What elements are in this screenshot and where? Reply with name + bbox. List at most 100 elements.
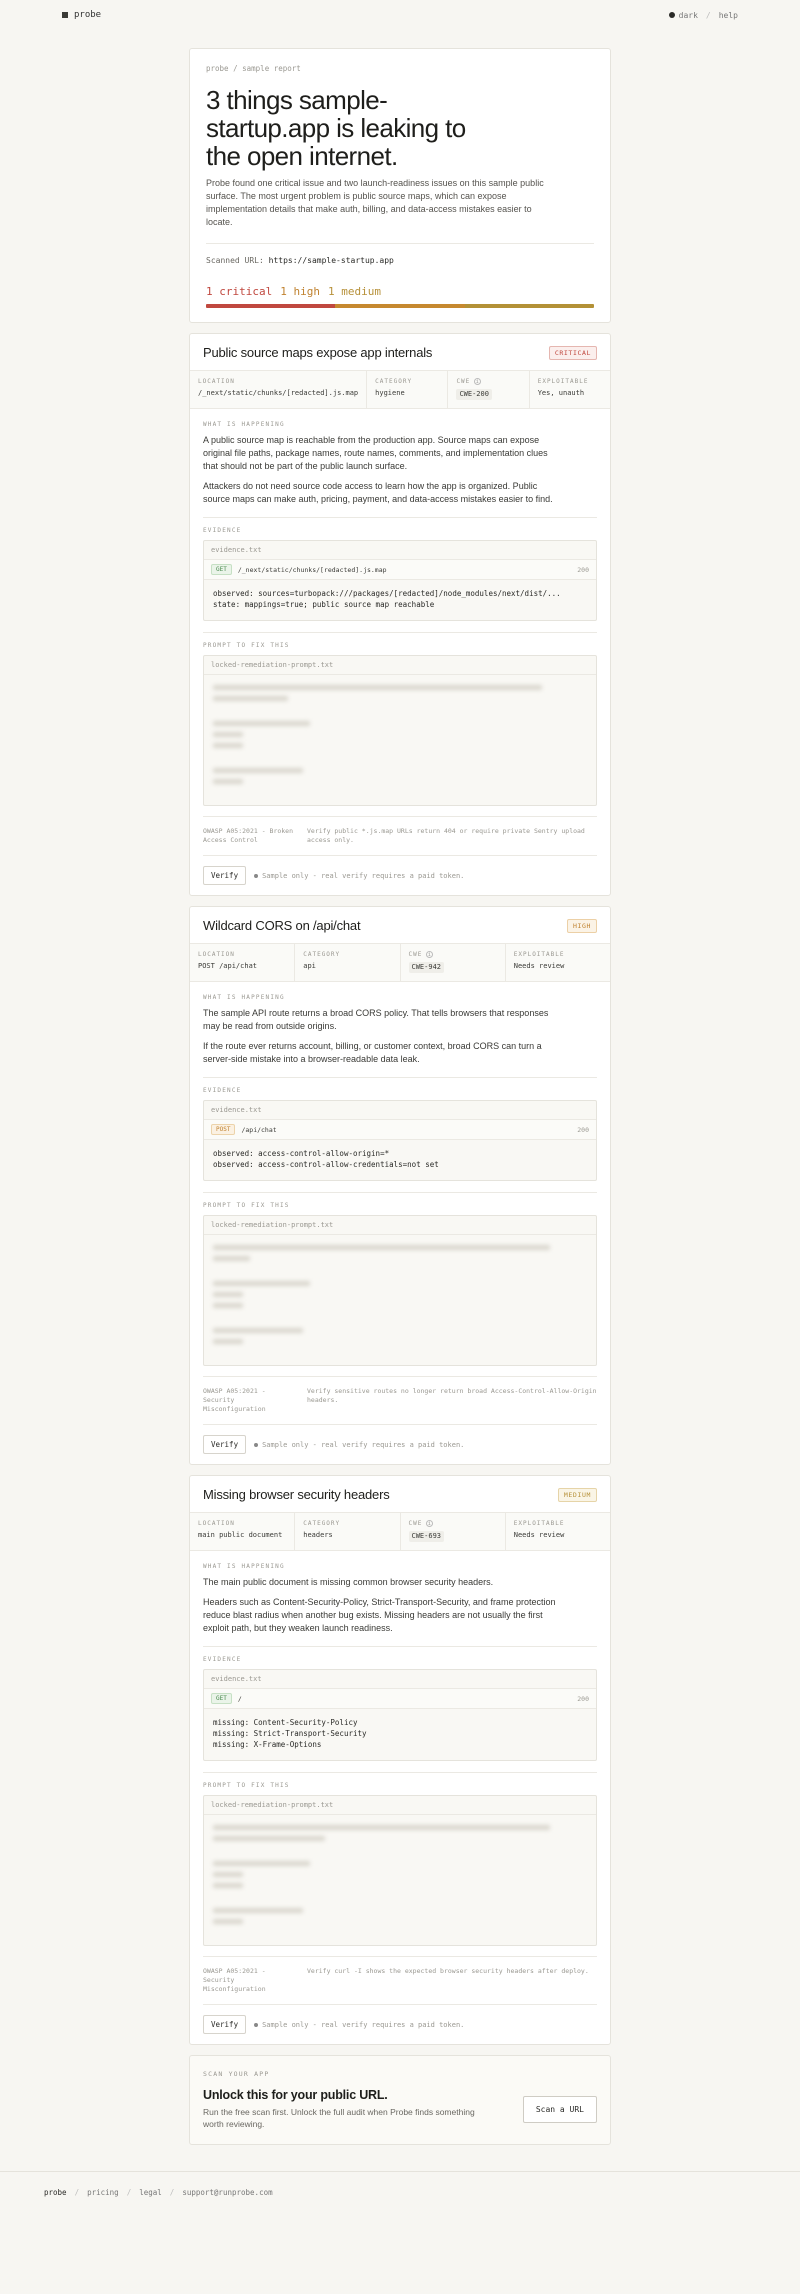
verify-button[interactable]: Verify bbox=[203, 866, 247, 885]
brand-square-icon bbox=[62, 12, 68, 18]
meta-location: LOCATION POST /api/chat bbox=[190, 944, 296, 981]
meta-value: api bbox=[303, 962, 316, 970]
footer-pricing-link[interactable]: pricing bbox=[87, 2188, 119, 2197]
severity-badge: CRITICAL bbox=[548, 345, 597, 360]
verify-note-text: Sample only - real verify requires a pai… bbox=[262, 2020, 465, 2029]
owasp-reference: OWASP A05:2021 - Security Misconfigurati… bbox=[203, 1387, 266, 1413]
meta-exploitable: EXPLOITABLE Yes, unauth bbox=[530, 371, 610, 408]
finding-paragraph: The sample API route returns a broad COR… bbox=[203, 1008, 549, 1031]
scanned-url-row: Scanned URL: https://sample-startup.app bbox=[206, 256, 594, 265]
meta-cwe: CWE i CWE-200 bbox=[448, 371, 530, 408]
footer-email-link[interactable]: support@runprobe.com bbox=[182, 2188, 272, 2197]
scanned-url-label: Scanned URL: bbox=[206, 256, 264, 265]
cta-row: Unlock this for your public URL. Run the… bbox=[203, 2088, 597, 2130]
verify-note-text: Sample only - real verify requires a pai… bbox=[262, 1440, 465, 1449]
footer-legal-link[interactable]: legal bbox=[139, 2188, 162, 2197]
meta-label: LOCATION bbox=[198, 951, 235, 958]
evidence-filename: evidence.txt bbox=[204, 1101, 596, 1120]
meta-cwe: CWE i CWE-693 bbox=[401, 1513, 506, 1550]
status-code: 200 bbox=[577, 1694, 589, 1703]
meta-label: CATEGORY bbox=[303, 1520, 341, 1527]
meta-label: LOCATION bbox=[198, 1520, 235, 1527]
meta-value: headers bbox=[303, 1531, 333, 1539]
finding-body: WHAT IS HAPPENING A public source map is… bbox=[190, 409, 610, 895]
finding-paragraph: Attackers do not need source code access… bbox=[203, 481, 553, 504]
evidence-output: observed: sources=turbopack:///packages/… bbox=[213, 589, 561, 609]
prompt-filename: locked-remediation-prompt.txt bbox=[204, 1216, 596, 1235]
divider bbox=[203, 632, 597, 633]
info-icon[interactable]: i bbox=[474, 378, 482, 385]
request-line: GET / bbox=[211, 1693, 242, 1704]
brand-name: probe bbox=[74, 10, 102, 20]
finding-paragraph: Headers such as Content-Security-Policy,… bbox=[203, 1597, 556, 1633]
cwe-chip[interactable]: CWE-200 bbox=[456, 389, 492, 400]
finding-title: Public source maps expose app internals bbox=[203, 345, 433, 360]
request-path: /api/chat bbox=[241, 1125, 277, 1134]
meta-category: CATEGORY headers bbox=[295, 1513, 401, 1550]
meta-value: CWE-942 bbox=[408, 962, 497, 973]
top-nav: probe dark / help bbox=[0, 0, 800, 30]
request-line: POST /api/chat bbox=[211, 1124, 277, 1135]
blurred-prompt-content bbox=[204, 1815, 596, 1945]
section-label: WHAT IS HAPPENING bbox=[203, 994, 285, 1001]
info-icon[interactable]: i bbox=[426, 951, 434, 958]
verify-hint: Verify curl -I shows the expected browse… bbox=[307, 1967, 589, 1975]
locked-prompt-box: locked-remediation-prompt.txt bbox=[203, 655, 597, 806]
verify-hint: Verify public *.js.map URLs return 404 o… bbox=[307, 827, 585, 844]
footer-brand[interactable]: probe bbox=[44, 2188, 67, 2197]
report-description: Probe found one critical issue and two l… bbox=[206, 178, 544, 227]
request-line: GET /_next/static/chunks/[redacted].js.m… bbox=[211, 564, 387, 575]
theme-dot-icon bbox=[668, 11, 675, 18]
finding-header: Missing browser security headers MEDIUM bbox=[190, 1476, 610, 1512]
meta-label: CATEGORY bbox=[375, 378, 413, 385]
verify-button[interactable]: Verify bbox=[203, 2015, 247, 2034]
meta-value: /_next/static/chunks/[redacted].js.map bbox=[198, 389, 359, 397]
verify-note: Sample only - real verify requires a pai… bbox=[254, 872, 464, 880]
owasp-reference: OWASP A05:2021 - Security Misconfigurati… bbox=[203, 1967, 266, 1993]
cwe-chip[interactable]: CWE-942 bbox=[408, 962, 445, 973]
meta-label: CWE i bbox=[409, 951, 497, 958]
high-count: 1 high bbox=[280, 285, 320, 298]
verify-note-text: Sample only - real verify requires a pai… bbox=[262, 871, 465, 880]
divider bbox=[203, 1646, 597, 1647]
verify-note: Sample only - real verify requires a pai… bbox=[254, 1441, 464, 1449]
bullet-icon bbox=[254, 1442, 259, 1447]
severity-bar bbox=[206, 304, 594, 308]
severity-bar-critical bbox=[206, 304, 336, 308]
verify-button[interactable]: Verify bbox=[203, 1435, 247, 1454]
verify-note: Sample only - real verify requires a pai… bbox=[254, 2021, 464, 2029]
theme-toggle[interactable]: dark bbox=[668, 11, 698, 20]
owasp-reference: OWASP A05:2021 - Broken Access Control bbox=[203, 827, 294, 844]
help-link[interactable]: help bbox=[719, 11, 738, 20]
section-label: EVIDENCE bbox=[203, 1656, 242, 1663]
http-method-badge: GET bbox=[211, 1693, 232, 1704]
scan-url-button[interactable]: Scan a URL bbox=[522, 2095, 597, 2123]
meta-label: LOCATION bbox=[198, 378, 235, 385]
meta-value: POST /api/chat bbox=[198, 962, 258, 970]
verify-row: Verify Sample only - real verify require… bbox=[203, 1424, 597, 1454]
medium-count: 1 medium bbox=[327, 285, 381, 298]
evidence-box: evidence.txt POST /api/chat 200 observed… bbox=[203, 1100, 597, 1181]
footer: probe / pricing / legal / support@runpro… bbox=[0, 2171, 800, 2213]
meta-label: EXPLOITABLE bbox=[537, 378, 589, 385]
nav-links: dark / help bbox=[668, 11, 738, 20]
page-title: 3 things sample-startup.app is leaking t… bbox=[206, 85, 466, 171]
meta-exploitable: EXPLOITABLE Needs review bbox=[506, 944, 610, 981]
report-header-card: probe / sample report 3 things sample-st… bbox=[189, 48, 611, 323]
cwe-chip[interactable]: CWE-693 bbox=[408, 1531, 445, 1542]
severity-counts: 1 critical 1 high 1 medium bbox=[206, 285, 594, 298]
locked-prompt-box: locked-remediation-prompt.txt bbox=[203, 1795, 597, 1946]
cta-text: Unlock this for your public URL. Run the… bbox=[203, 2088, 483, 2130]
blurred-prompt-content bbox=[204, 675, 596, 805]
info-icon[interactable]: i bbox=[426, 1520, 434, 1527]
finding-meta: LOCATION POST /api/chat CATEGORY api CWE… bbox=[190, 943, 610, 982]
evidence-filename: evidence.txt bbox=[204, 541, 596, 560]
prompt-filename: locked-remediation-prompt.txt bbox=[204, 656, 596, 675]
meta-category: CATEGORY hygiene bbox=[367, 371, 449, 408]
cta-label: SCAN YOUR APP bbox=[203, 2070, 270, 2078]
meta-category: CATEGORY api bbox=[295, 944, 401, 981]
meta-label: CWE i bbox=[409, 1520, 497, 1527]
evidence-output: observed: access-control-allow-origin=* … bbox=[213, 1149, 439, 1169]
severity-badge: HIGH bbox=[566, 918, 597, 933]
brand-logo[interactable]: probe bbox=[62, 10, 101, 20]
